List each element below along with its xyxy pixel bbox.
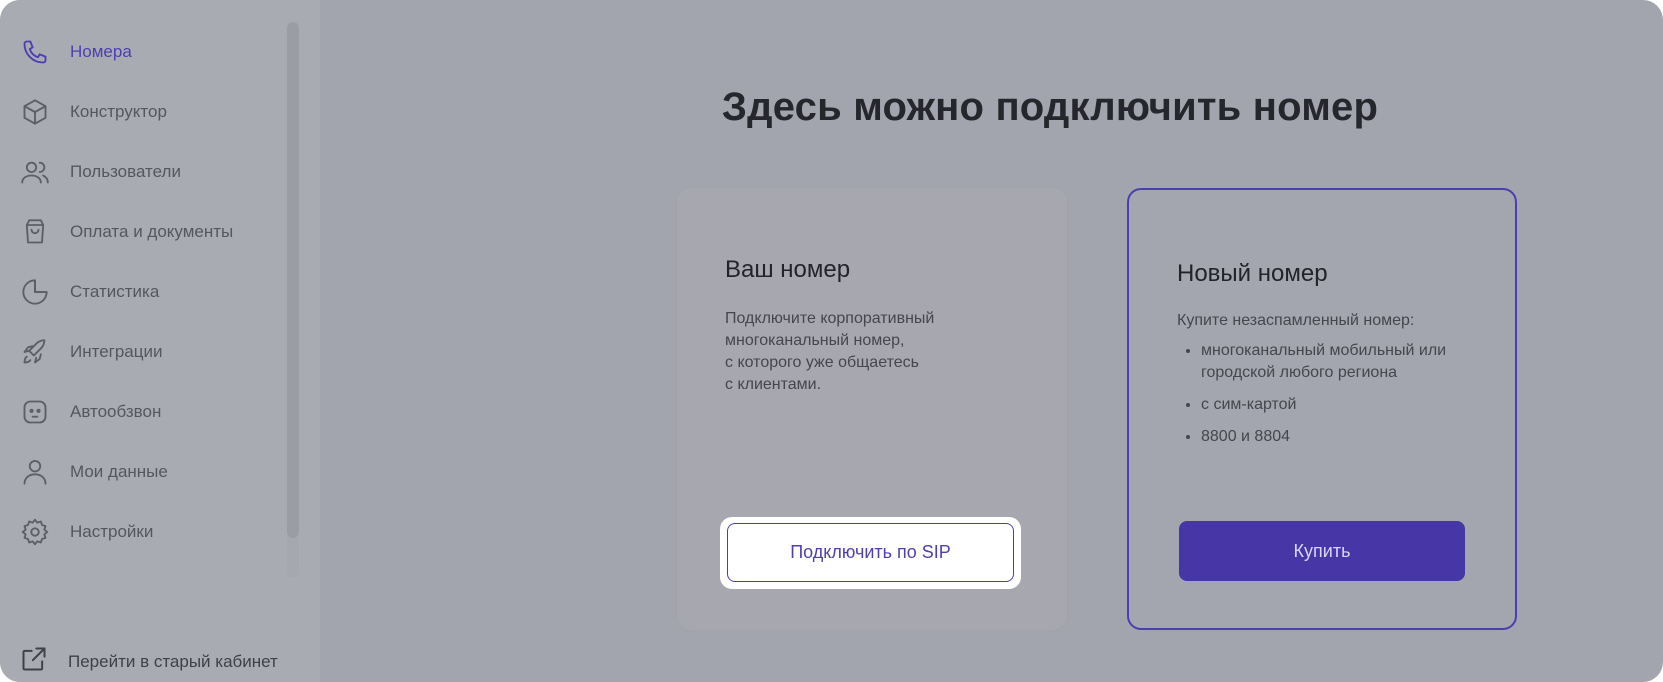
list-item: 8800 и 8804 [1201,426,1501,448]
sidebar-scroll-thumb[interactable] [287,22,299,538]
sidebar-item-numbers[interactable]: Номера [0,22,290,82]
sidebar-item-label: Оплата и документы [70,222,234,241]
sidebar-item-my-data[interactable]: Мои данные [0,442,290,502]
robot-icon [20,397,50,427]
sidebar-item-users[interactable]: Пользователи [0,142,290,202]
own-number-description: Подключите корпоративный многоканальный … [725,310,935,393]
list-item: с сим-картой [1201,394,1501,416]
rocket-icon [20,337,50,367]
sidebar-item-label: Конструктор [70,102,167,121]
sidebar-item-settings[interactable]: Настройки [0,502,290,562]
sidebar: Номера Конструктор Пользователи Оплата и… [0,0,320,682]
sidebar-nav: Номера Конструктор Пользователи Оплата и… [0,22,290,562]
sidebar-item-statistics[interactable]: Статистика [0,262,290,322]
sidebar-item-label: Настройки [70,522,154,541]
new-number-title: Новый номер [1177,260,1328,287]
sidebar-item-integrations[interactable]: Интеграции [0,322,290,382]
sidebar-item-label: Пользователи [70,162,181,181]
new-number-features: многоканальный мобильный или городской л… [1177,340,1501,458]
buy-button[interactable]: Купить [1179,521,1465,581]
page-title: Здесь можно подключить номер [721,84,1379,129]
cube-icon [20,97,50,127]
own-number-title: Ваш номер [725,256,851,283]
old-cabinet-link-label: Перейти в старый кабинет [68,651,278,671]
sidebar-item-label: Статистика [70,282,160,301]
old-cabinet-link[interactable]: Перейти в старый кабинет [20,645,278,678]
connect-sip-button[interactable]: Подключить по SIP [727,523,1014,582]
sidebar-item-label: Мои данные [70,462,168,481]
list-item: многоканальный мобильный или городской л… [1201,340,1501,384]
pie-chart-icon [20,277,50,307]
sidebar-item-autodial[interactable]: Автообзвон [0,382,290,442]
sidebar-item-constructor[interactable]: Конструктор [0,82,290,142]
new-number-intro: Купите незаспамленный номер: [1177,312,1415,329]
gear-icon [20,517,50,547]
sidebar-item-payments[interactable]: Оплата и документы [0,202,290,262]
user-icon [20,457,50,487]
sidebar-item-label: Интеграции [70,342,163,361]
sidebar-scrollbar[interactable] [287,22,299,578]
app-window: Номера Конструктор Пользователи Оплата и… [0,0,1663,682]
sidebar-item-label: Номера [70,42,132,61]
phone-icon [20,37,50,67]
shopping-bag-icon [20,217,50,247]
sidebar-item-label: Автообзвон [70,402,162,421]
new-number-card: Новый номер Купите незаспамленный номер:… [1127,188,1517,630]
external-link-icon [20,645,48,678]
own-number-card: Ваш номер Подключите корпоративный много… [677,188,1067,630]
users-icon [20,157,50,187]
